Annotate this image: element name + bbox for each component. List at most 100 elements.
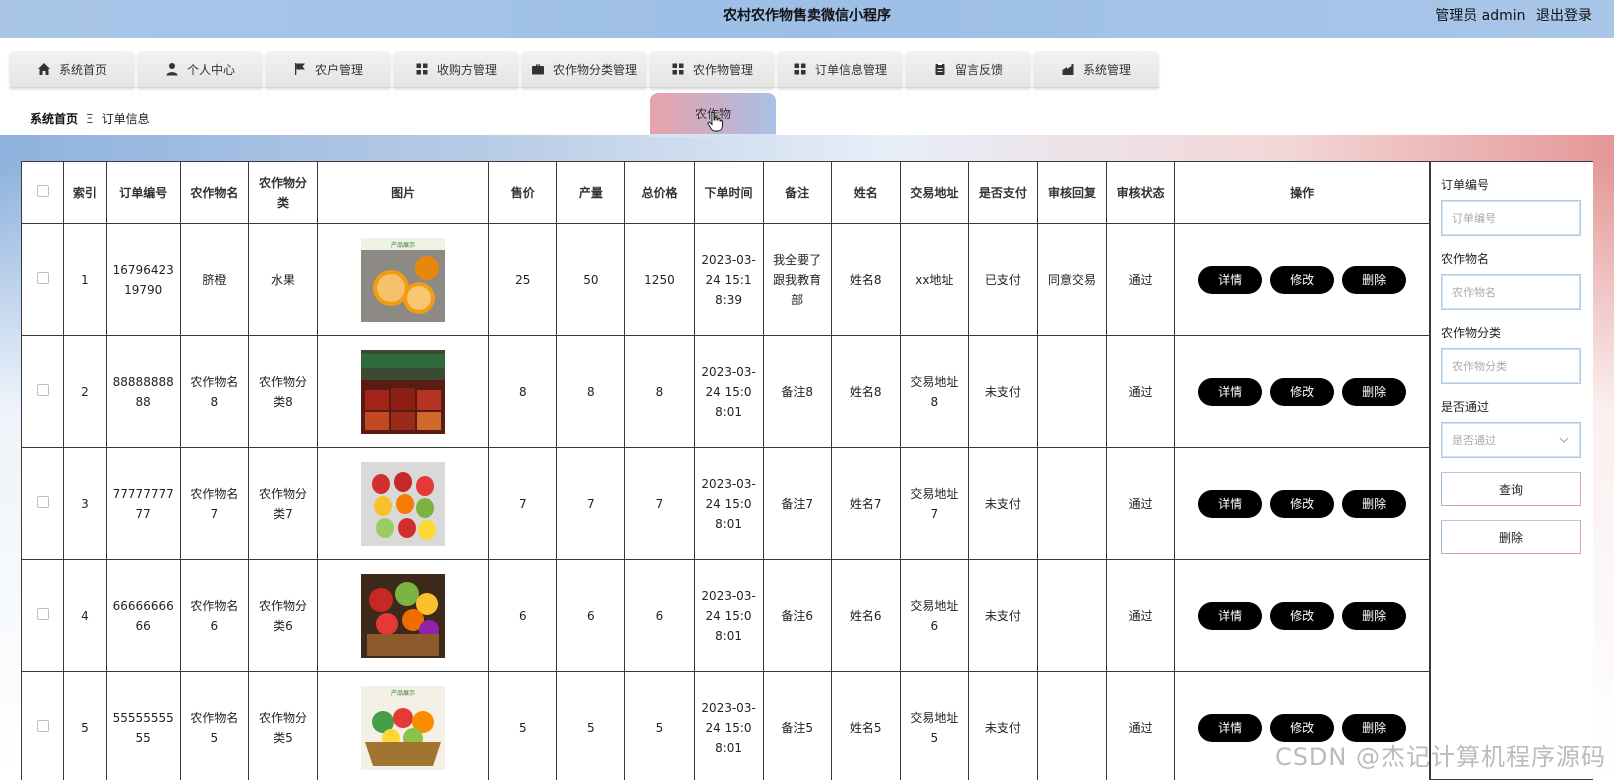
nav-item-3[interactable]: 农户管理 xyxy=(266,51,390,87)
crop-category-cell: 农作物分类8 xyxy=(247,335,319,448)
delete-button[interactable]: 删除 xyxy=(1342,377,1407,406)
order-time-cell: 2023-03-24 15:08:01 xyxy=(693,447,764,560)
table-row: 3 7777777777 农作物名7 农作物分类7 7 7 7 2023-03-24 15:0… xyxy=(21,447,1430,560)
user-icon xyxy=(165,62,179,76)
order-no-cell: 5555555555 xyxy=(105,671,181,780)
column-header: 产量 xyxy=(556,161,626,224)
row-checkbox-cell xyxy=(21,335,65,448)
amount-cell: 6 xyxy=(556,559,626,672)
nav-item-label: 农作物管理 xyxy=(692,62,753,77)
address-cell: xx地址 xyxy=(899,223,969,336)
flag-icon xyxy=(293,62,307,76)
pass-status-placeholder: 是否通过 xyxy=(1452,434,1496,447)
paid-cell: 已支付 xyxy=(967,223,1038,336)
query-button[interactable]: 查询 xyxy=(1441,472,1581,506)
order-no-cell: 6666666666 xyxy=(105,559,181,672)
edit-button[interactable]: 修改 xyxy=(1270,489,1335,518)
crop-thumbnail xyxy=(361,461,446,546)
amount-cell: 8 xyxy=(556,335,626,448)
grid-icon xyxy=(415,62,429,76)
grid-icon xyxy=(671,62,685,76)
edit-button[interactable]: 修改 xyxy=(1270,377,1335,406)
column-header: 备注 xyxy=(762,161,832,224)
pass-status-select[interactable]: 是否通过 xyxy=(1441,422,1581,458)
paid-cell: 未支付 xyxy=(967,447,1038,560)
nav-item-6[interactable]: 农作物管理 xyxy=(650,51,774,87)
pass-status-label: 是否通过 xyxy=(1441,400,1490,414)
select-all-checkbox[interactable] xyxy=(36,184,49,197)
select-all-cell xyxy=(21,161,65,224)
row-checkbox[interactable] xyxy=(36,271,49,284)
breadcrumb-home[interactable]: 系统首页 xyxy=(30,112,78,126)
note-cell: 备注5 xyxy=(762,671,832,780)
home-icon xyxy=(37,62,51,76)
crop-thumbnail xyxy=(361,349,446,434)
briefcase-icon xyxy=(531,62,545,76)
address-cell: 交易地址5 xyxy=(899,671,969,780)
detail-button[interactable]: 详情 xyxy=(1198,265,1263,294)
table-row: 1 1679642319790 脐橙 水果 产品展示 25 50 1250 2023-03-24… xyxy=(21,223,1430,336)
nav-item-2[interactable]: 个人中心 xyxy=(138,51,262,87)
edit-button[interactable]: 修改 xyxy=(1270,601,1335,630)
person-cell: 姓名8 xyxy=(830,335,901,448)
status-cell: 通过 xyxy=(1106,223,1176,336)
order-time-cell: 2023-03-24 15:08:01 xyxy=(693,671,764,780)
row-checkbox[interactable] xyxy=(36,607,49,620)
note-cell: 备注8 xyxy=(762,335,832,448)
delete-button[interactable]: 删除 xyxy=(1342,601,1407,630)
nav-item-1[interactable]: 系统首页 xyxy=(10,51,134,87)
column-header: 是否支付 xyxy=(967,161,1038,224)
nav-item-4[interactable]: 收购方管理 xyxy=(394,51,518,87)
row-checkbox-cell xyxy=(21,223,65,336)
reply-cell xyxy=(1036,447,1108,560)
crop-name-cell: 农作物名8 xyxy=(179,335,249,448)
thumb-caption: 产品展示 xyxy=(391,689,415,697)
row-checkbox[interactable] xyxy=(36,495,49,508)
detail-button[interactable]: 详情 xyxy=(1198,713,1263,742)
detail-button[interactable]: 详情 xyxy=(1198,377,1263,406)
crop-name-cell: 农作物名6 xyxy=(179,559,249,672)
row-checkbox[interactable] xyxy=(36,719,49,732)
status-cell: 通过 xyxy=(1106,671,1176,780)
row-checkbox[interactable] xyxy=(36,383,49,396)
breadcrumb-separator: Ξ xyxy=(86,112,94,126)
actions-cell: 详情 修改 删除 xyxy=(1174,447,1430,560)
orders-table: 索引 订单编号 农作物名 农作物分类 图片 售价 产量 总价格 下单时间 备注 姓名 交易地址 是否支付… xyxy=(21,161,1430,780)
detail-button[interactable]: 详情 xyxy=(1198,601,1263,630)
price-cell: 25 xyxy=(488,223,558,336)
column-header: 图片 xyxy=(317,161,490,224)
crop-name-cell: 农作物名7 xyxy=(179,447,249,560)
crop-category-cell: 农作物分类6 xyxy=(247,559,319,672)
nav-item-label: 系统管理 xyxy=(1082,62,1131,77)
price-cell: 8 xyxy=(488,335,558,448)
order-time-cell: 2023-03-24 15:08:01 xyxy=(693,559,764,672)
paid-cell: 未支付 xyxy=(967,335,1038,448)
total-cell: 6 xyxy=(624,559,695,672)
detail-button[interactable]: 详情 xyxy=(1198,489,1263,518)
column-header: 姓名 xyxy=(830,161,901,224)
main-nav: 系统首页 个人中心 农户管理 收购方管理 农作物分类管理 农作物管理 订单信息管理 留言反馈 系… xyxy=(10,51,1162,87)
crop-thumbnail xyxy=(361,573,446,658)
nav-item-9[interactable]: 系统管理 xyxy=(1034,51,1158,87)
crop-category-input[interactable]: 农作物分类 xyxy=(1441,348,1581,384)
person-cell: 姓名5 xyxy=(830,671,901,780)
image-cell xyxy=(317,559,490,672)
column-header: 交易地址 xyxy=(899,161,969,224)
orders-table-wrap: 索引 订单编号 农作物名 农作物分类 图片 售价 产量 总价格 下单时间 备注 姓名 交易地址 是否支付… xyxy=(21,161,1430,780)
order-no-input[interactable]: 订单编号 xyxy=(1441,200,1581,236)
nav-item-5[interactable]: 农作物分类管理 xyxy=(522,51,646,87)
nav-item-8[interactable]: 留言反馈 xyxy=(906,51,1030,87)
column-header: 售价 xyxy=(488,161,558,224)
delete-button[interactable]: 删除 xyxy=(1342,265,1407,294)
edit-button[interactable]: 修改 xyxy=(1270,265,1335,294)
crop-name-input[interactable]: 农作物名 xyxy=(1441,274,1581,310)
delete-button[interactable]: 删除 xyxy=(1342,489,1407,518)
app-title: 农村农作物售卖微信小程序 xyxy=(723,8,891,24)
nav-item-7[interactable]: 订单信息管理 xyxy=(778,51,902,87)
logout-link[interactable]: 退出登录 xyxy=(1536,8,1592,24)
address-cell: 交易地址7 xyxy=(899,447,969,560)
nav-item-label: 订单信息管理 xyxy=(814,62,887,77)
order-no-cell: 8888888888 xyxy=(105,335,181,448)
row-checkbox-cell xyxy=(21,447,65,560)
batch-delete-button[interactable]: 删除 xyxy=(1441,520,1581,554)
